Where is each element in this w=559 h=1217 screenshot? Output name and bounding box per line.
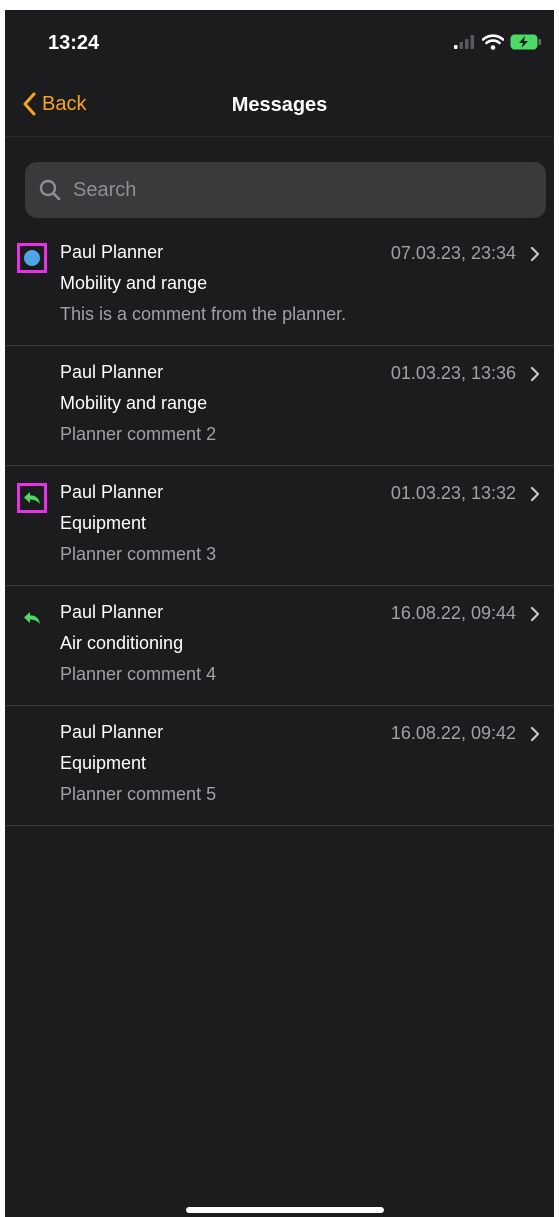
chevron-right-icon <box>530 486 540 502</box>
message-row[interactable]: Paul Planner 16.08.22, 09:44 Air conditi… <box>5 586 554 706</box>
message-row[interactable]: Paul Planner 01.03.23, 13:36 Mobility an… <box>5 346 554 466</box>
unread-dot-icon <box>24 250 40 266</box>
signal-icon <box>454 35 474 49</box>
status-indicator <box>17 243 47 273</box>
message-date: 16.08.22, 09:44 <box>390 603 516 623</box>
message-preview: Planner comment 3 <box>60 544 217 564</box>
message-subject: Mobility and range <box>60 273 208 293</box>
message-subject: Air conditioning <box>60 633 184 653</box>
message-row[interactable]: Paul Planner 07.03.23, 23:34 Mobility an… <box>5 226 554 346</box>
message-date: 01.03.23, 13:32 <box>390 483 516 503</box>
search-input[interactable] <box>71 177 515 203</box>
status-indicator <box>17 483 47 513</box>
message-subject: Equipment <box>60 513 147 533</box>
wifi-icon <box>482 34 504 50</box>
message-sender: Paul Planner <box>60 602 164 622</box>
chevron-right-icon <box>530 366 540 382</box>
message-list: Paul Planner 07.03.23, 23:34 Mobility an… <box>5 226 554 826</box>
reply-icon <box>24 492 40 504</box>
message-sender: Paul Planner <box>60 362 164 382</box>
chevron-right-icon <box>530 246 540 262</box>
message-date: 07.03.23, 23:34 <box>390 243 516 263</box>
message-preview: Planner comment 4 <box>60 664 217 684</box>
chevron-right-icon <box>530 726 540 742</box>
message-row[interactable]: Paul Planner 01.03.23, 13:32 Equipment P… <box>5 466 554 586</box>
page-title: Messages <box>231 94 328 116</box>
message-subject: Equipment <box>60 753 147 773</box>
message-subject: Mobility and range <box>60 393 208 413</box>
status-bar: 13:24 <box>5 10 554 70</box>
message-sender: Paul Planner <box>60 722 164 742</box>
message-preview: Planner comment 2 <box>60 424 217 444</box>
message-sender: Paul Planner <box>60 242 164 262</box>
search-bar[interactable] <box>25 162 546 218</box>
reply-icon <box>24 612 40 624</box>
status-time: 13:24 <box>48 32 100 54</box>
battery-charging-icon <box>510 34 541 50</box>
home-indicator[interactable] <box>186 1207 384 1213</box>
message-date: 16.08.22, 09:42 <box>390 723 516 743</box>
message-sender: Paul Planner <box>60 482 164 502</box>
chevron-right-icon <box>530 606 540 622</box>
search-icon <box>39 179 61 201</box>
navigation-bar: Back Messages <box>5 70 554 137</box>
phone-screen: 13:24 Back Messages Search Paul Planner … <box>5 10 554 1217</box>
message-preview: Planner comment 5 <box>60 784 217 804</box>
message-row[interactable]: Paul Planner 16.08.22, 09:42 Equipment P… <box>5 706 554 826</box>
message-date: 01.03.23, 13:36 <box>390 363 516 383</box>
status-icons <box>454 34 542 50</box>
message-preview: This is a comment from the planner. <box>60 304 347 324</box>
status-indicator <box>17 603 47 633</box>
